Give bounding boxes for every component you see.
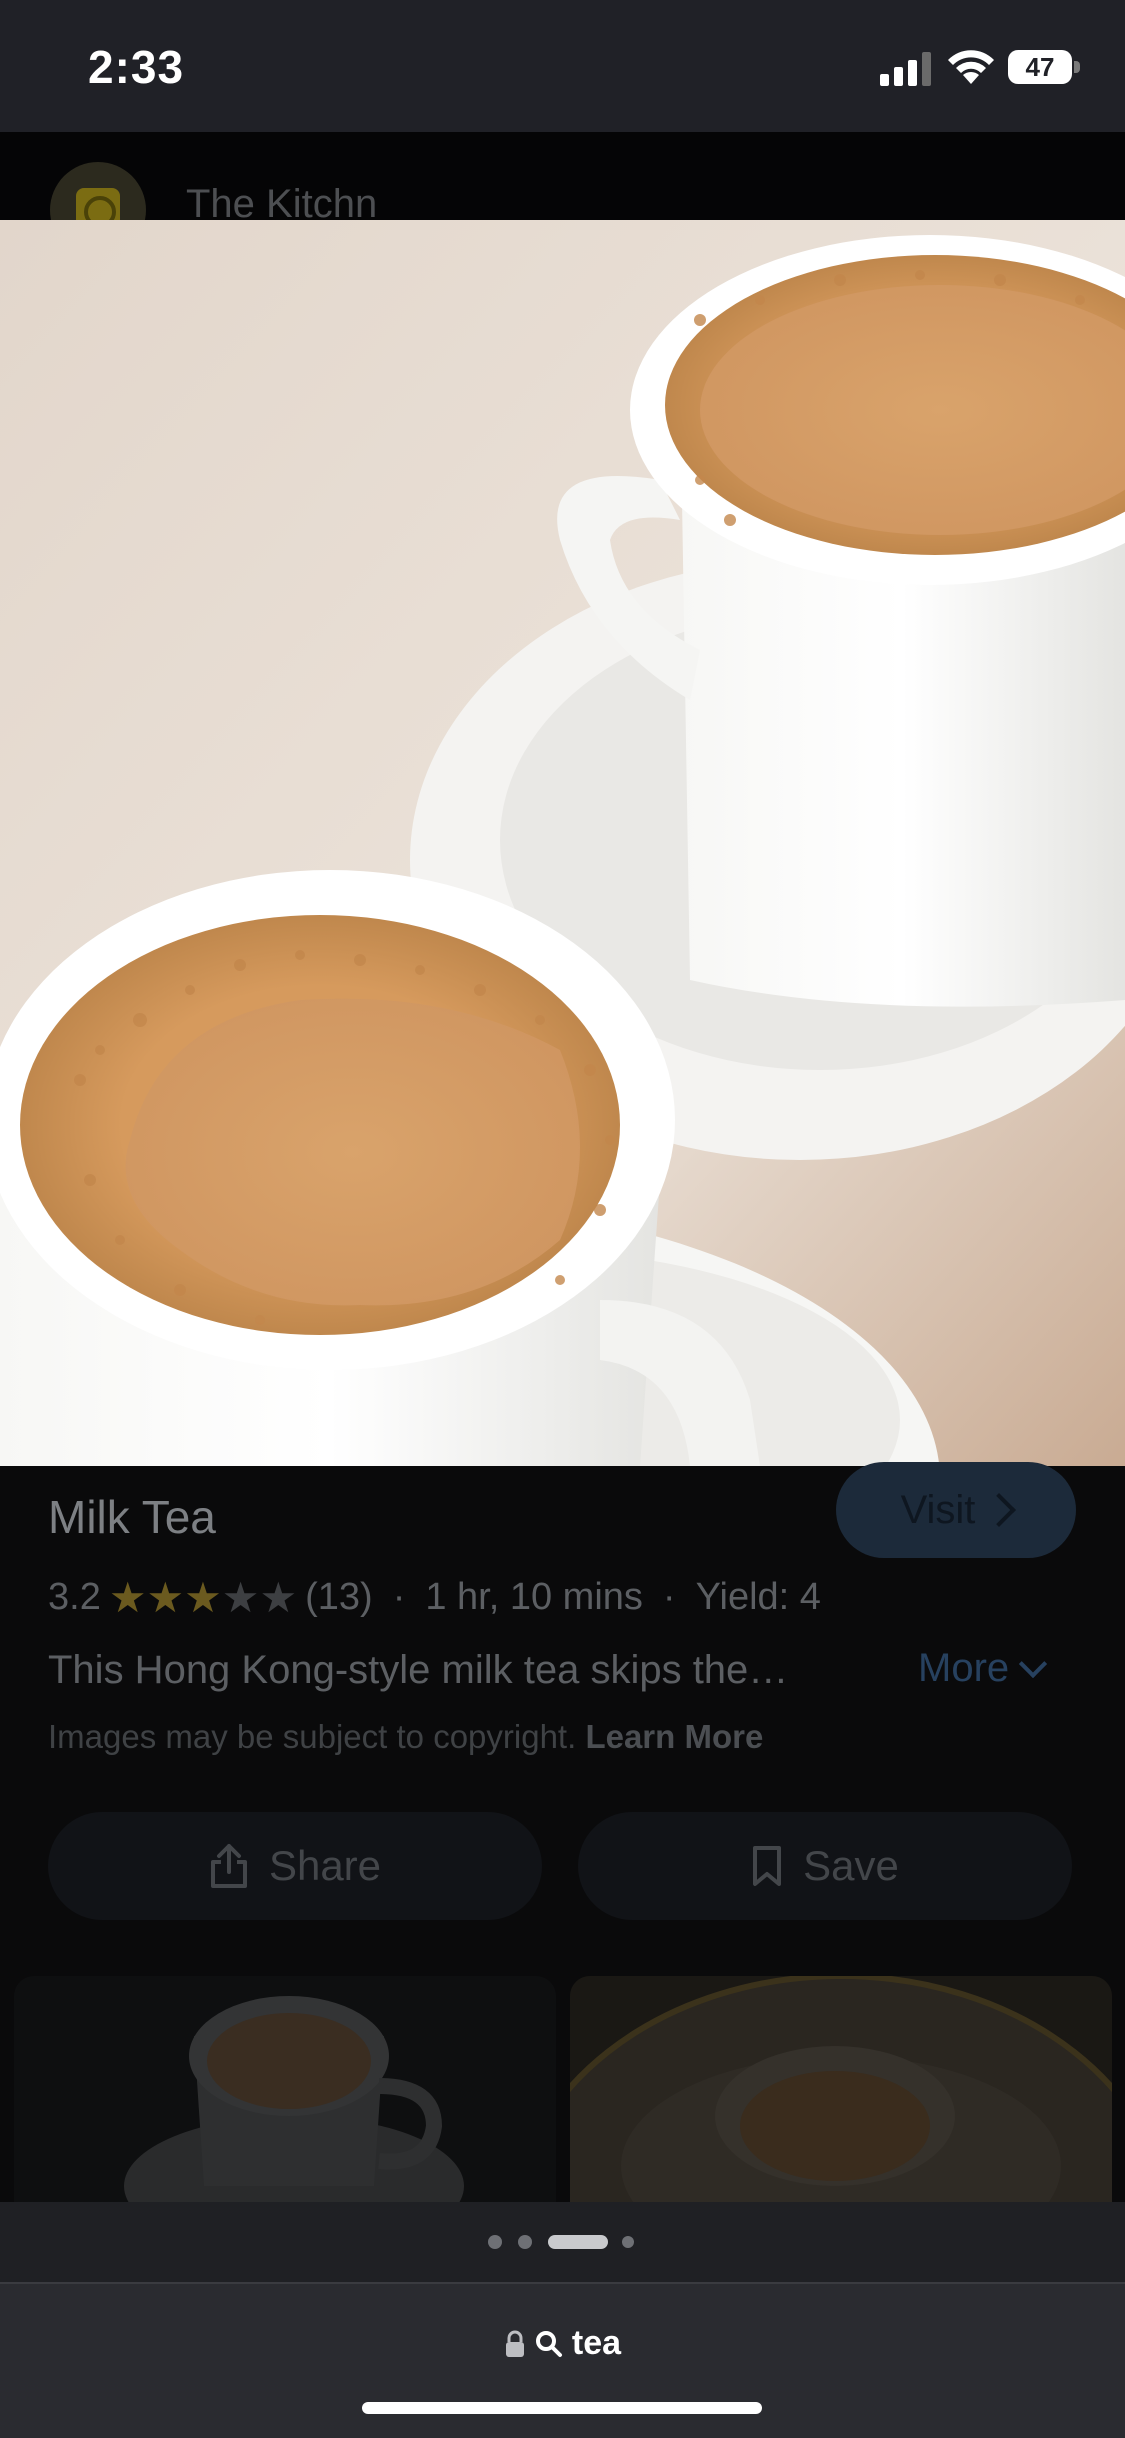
star-icon: ★ <box>259 1573 298 1621</box>
address-bar[interactable]: tea <box>0 2282 1125 2438</box>
share-icon <box>210 1844 247 1888</box>
share-button[interactable]: Share <box>48 1812 542 1920</box>
result-image[interactable] <box>0 220 1125 1466</box>
wifi-icon <box>948 50 994 84</box>
home-indicator[interactable] <box>362 2402 762 2414</box>
bookmark-icon <box>753 1846 782 1886</box>
source-header: The Kitchn <box>0 132 1125 258</box>
cook-time: 1 hr, 10 mins <box>425 1576 643 1618</box>
review-count: (13) <box>305 1576 373 1618</box>
star-icon: ★ <box>108 1573 147 1621</box>
star-icon: ★ <box>146 1573 185 1621</box>
visit-button[interactable]: Visit <box>836 1462 1076 1558</box>
result-meta: 3.2 ★ ★ ★ ★ ★ (13) · 1 hr, 10 mins · Yie… <box>48 1576 821 1619</box>
copyright-notice: Images may be subject to copyright. Lear… <box>48 1718 763 1756</box>
cellular-signal-icon <box>880 52 931 86</box>
share-label: Share <box>268 1842 382 1889</box>
related-image[interactable] <box>14 1976 556 2202</box>
battery-icon: 47 <box>1008 50 1080 86</box>
learn-more-link[interactable]: Learn More <box>585 1718 763 1755</box>
milk-tea-photo <box>0 220 1125 1466</box>
related-image-photo <box>14 1976 556 2202</box>
battery-tip <box>1074 61 1080 73</box>
more-label: More <box>918 1646 1010 1690</box>
address-field[interactable]: tea <box>0 2324 1125 2363</box>
star-icon: ★ <box>221 1573 260 1621</box>
separator: · <box>662 1576 676 1618</box>
save-label: Save <box>803 1842 899 1889</box>
star-icon: ★ <box>184 1573 222 1621</box>
yield: Yield: 4 <box>695 1576 821 1618</box>
result-description: This Hong Kong-style milk tea skips the… <box>48 1648 789 1692</box>
separator: · <box>392 1576 406 1618</box>
lock-icon <box>505 2330 524 2357</box>
related-image-photo <box>570 1976 1112 2202</box>
tab-pager <box>0 2202 1125 2282</box>
search-icon <box>535 2330 562 2357</box>
status-bar: 2:33 47 <box>0 0 1125 132</box>
result-title: Milk Tea <box>48 1491 216 1543</box>
rating-stars: ★ ★ ★ ★ ★ <box>108 1573 298 1621</box>
visit-label: Visit <box>900 1487 976 1532</box>
save-button[interactable]: Save <box>578 1812 1072 1920</box>
chevron-right-icon <box>982 1493 1017 1527</box>
copyright-text: Images may be subject to copyright. <box>48 1718 577 1755</box>
battery-level: 47 <box>1008 50 1072 84</box>
status-time: 2:33 <box>88 41 185 93</box>
address-query: tea <box>571 2324 622 2362</box>
chevron-down-icon <box>1018 1649 1048 1678</box>
pager-dot[interactable] <box>488 2235 502 2249</box>
pager-dot[interactable] <box>622 2236 634 2248</box>
rating-value: 3.2 <box>48 1576 101 1618</box>
related-image[interactable] <box>570 1976 1112 2202</box>
more-button[interactable]: More <box>918 1646 1048 1691</box>
pager-dot[interactable] <box>518 2235 532 2249</box>
pager-dot-active[interactable] <box>548 2235 608 2249</box>
